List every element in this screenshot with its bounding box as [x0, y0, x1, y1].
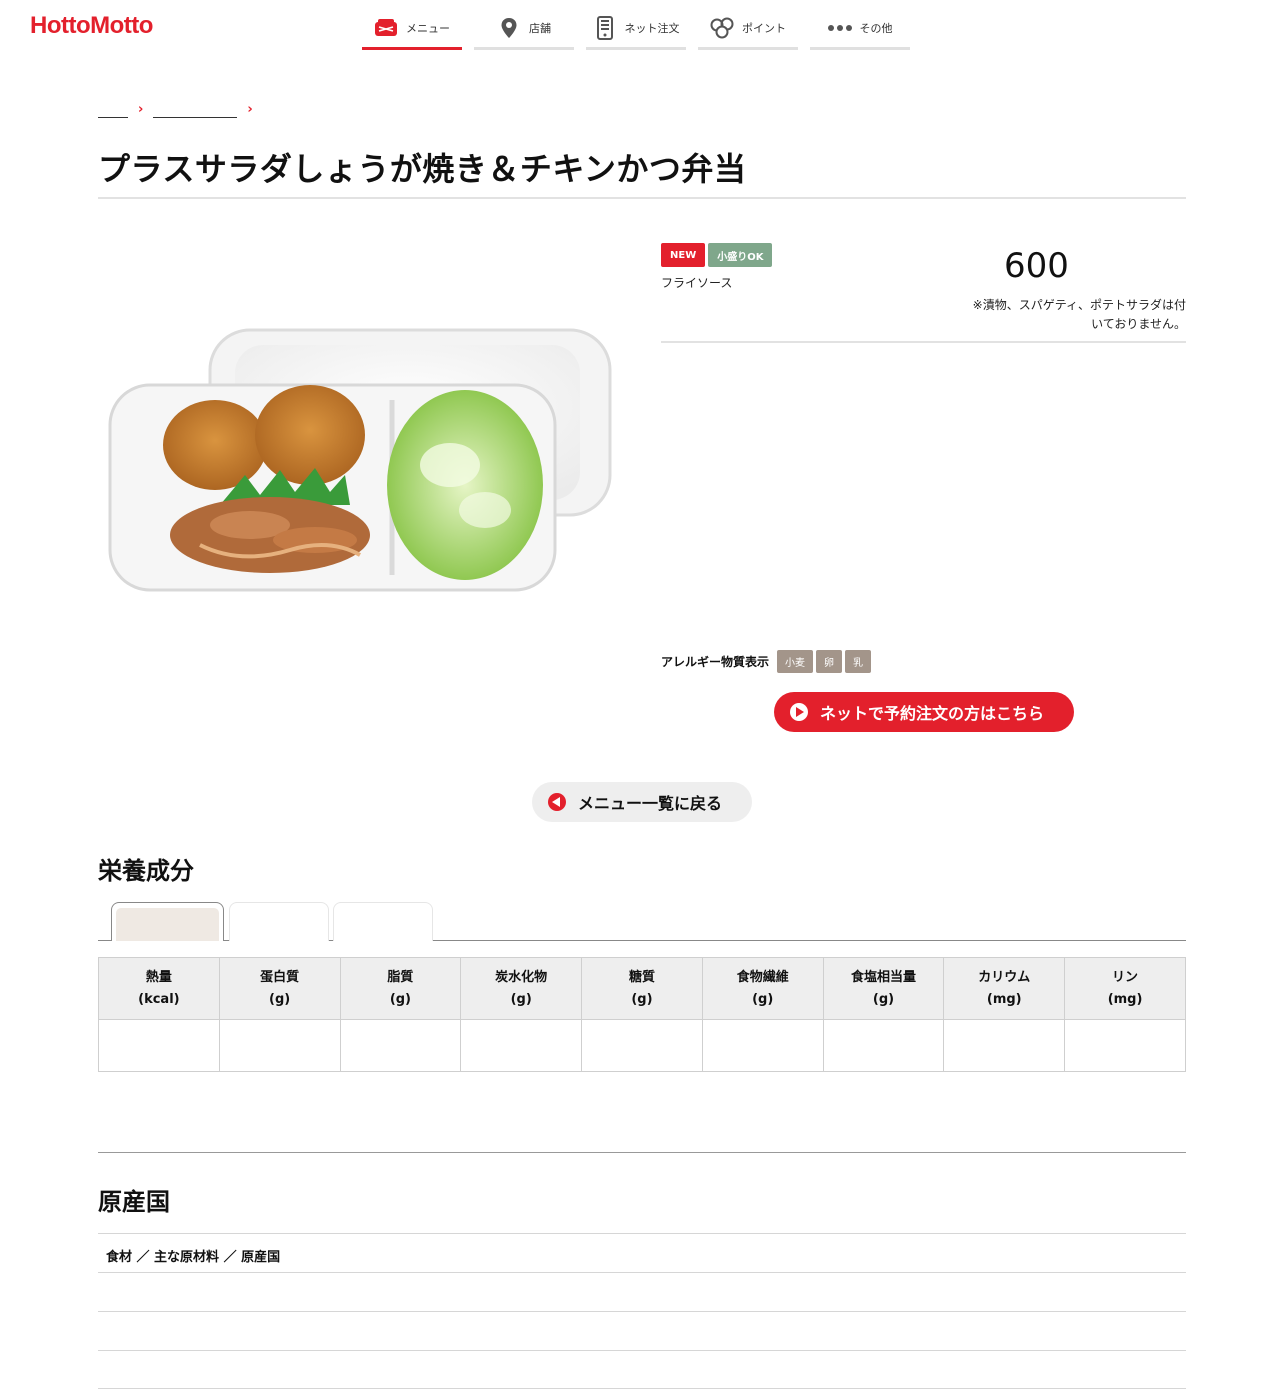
col-unit: (g)	[631, 991, 653, 1007]
table-header-row: 熱量 (kcal) 蛋白質 (g) 脂質 (g) 炭水化物 (g) 糖質 (g) 食物繊維…	[98, 957, 1186, 1020]
col-unit: (mg)	[986, 991, 1022, 1007]
bento-icon	[374, 16, 398, 40]
table-cell	[98, 1019, 220, 1072]
nutrition-tab[interactable]	[229, 902, 329, 941]
table-cell	[822, 1019, 945, 1072]
breadcrumb-separator: ›	[247, 101, 253, 117]
table-row	[98, 1019, 1186, 1072]
col-header: 蛋白質 (g)	[218, 957, 341, 1020]
nutrition-table: 熱量 (kcal) 蛋白質 (g) 脂質 (g) 炭水化物 (g) 糖質 (g) 食物繊維…	[98, 957, 1186, 1072]
col-name: 糖質	[628, 969, 655, 985]
breadcrumb-link-home[interactable]	[98, 100, 128, 118]
nav-point[interactable]: ポイント	[698, 8, 798, 50]
col-unit: (kcal)	[138, 991, 180, 1007]
allergen-badge: 卵	[816, 650, 843, 673]
list-item	[98, 1311, 1186, 1350]
nutrition-tabs	[98, 902, 1186, 941]
table-cell	[218, 1019, 341, 1072]
page-title: プラスサラダしょうが焼き＆チキンかつ弁当	[98, 150, 747, 188]
map-pin-icon	[497, 16, 521, 40]
nutrition-title: 栄養成分	[98, 857, 194, 885]
nav-menu[interactable]: メニュー	[362, 8, 462, 50]
col-unit: (g)	[269, 991, 291, 1007]
nav-point-label: ポイント	[742, 21, 786, 35]
col-unit: (mg)	[1107, 991, 1143, 1007]
col-unit: (g)	[389, 991, 412, 1007]
main-nav: メニュー 店舗 ネット注文 ポイント その他	[362, 8, 910, 50]
col-header: 糖質 (g)	[581, 957, 703, 1020]
table-cell	[943, 1019, 1066, 1072]
col-name: リン	[1112, 969, 1139, 985]
col-header: 脂質 (g)	[339, 957, 462, 1020]
badge-new: NEW	[661, 243, 706, 267]
origin-header: 食材 ／ 主な原材料 ／ 原産国	[106, 1250, 281, 1265]
phone-icon	[593, 15, 617, 40]
divider	[98, 1152, 1186, 1153]
col-name: 熱量	[145, 969, 172, 985]
back-arrow-icon	[548, 793, 566, 811]
sauce-label: フライソース	[661, 276, 733, 290]
table-cell	[581, 1019, 703, 1072]
col-header: リン (mg)	[1064, 957, 1186, 1020]
nutrition-tab[interactable]	[333, 902, 433, 941]
nav-menu-label: メニュー	[406, 21, 450, 35]
col-header: 熱量 (kcal)	[98, 957, 220, 1020]
col-name: 蛋白質	[260, 969, 300, 985]
origin-header-row: 食材 ／ 主な原材料 ／ 原産国	[98, 1233, 1186, 1272]
more-dots-icon	[827, 16, 852, 40]
table-cell	[460, 1019, 583, 1072]
site-header: HottoMotto メニュー 店舗 ネット注文 ポイント その他	[0, 0, 1284, 60]
price: 600	[1004, 246, 1069, 286]
col-header: 炭水化物 (g)	[460, 957, 583, 1020]
divider	[661, 341, 1186, 343]
breadcrumb: › ›	[98, 100, 253, 118]
col-header: 食物繊維 (g)	[701, 957, 824, 1020]
table-cell	[701, 1019, 824, 1072]
allergen-badge: 乳	[845, 650, 872, 673]
product-image	[100, 310, 620, 610]
col-name: カリウム	[978, 969, 1031, 985]
badge-small-portion: 小盛りOK	[708, 243, 773, 267]
table-cell	[339, 1019, 462, 1072]
col-name: 脂質	[387, 969, 414, 985]
origin-title: 原産国	[98, 1188, 170, 1216]
allergen-badge: 小麦	[777, 650, 814, 673]
nav-other[interactable]: その他	[810, 8, 910, 50]
nav-other-label: その他	[859, 21, 893, 35]
table-cell	[1064, 1019, 1186, 1072]
coins-icon	[710, 16, 734, 40]
back-button-label: メニュー一覧に戻る	[578, 794, 723, 813]
list-item	[98, 1350, 1186, 1389]
allergy-info: アレルギー物質表示 小麦 卵 乳	[661, 650, 872, 673]
breadcrumb-separator: ›	[138, 101, 144, 117]
breadcrumb-link-menu[interactable]	[153, 100, 238, 118]
price-note: ※漬物、スパゲティ、ポテトサラダは付いておりません。	[972, 298, 1186, 331]
nav-net-order-label: ネット注文	[624, 21, 680, 35]
net-order-button-label: ネットで予約注文の方はこちら	[820, 704, 1045, 723]
list-item	[98, 1272, 1186, 1311]
col-header: 食塩相当量 (g)	[822, 957, 945, 1020]
net-order-button[interactable]: ネットで予約注文の方はこちら	[774, 692, 1074, 732]
divider	[98, 197, 1186, 199]
play-icon	[790, 703, 808, 721]
nutrition-tab[interactable]	[111, 902, 224, 941]
nav-store[interactable]: 店舗	[474, 8, 574, 50]
col-name: 炭水化物	[495, 969, 548, 985]
product-badges: NEW 小盛りOK	[661, 243, 773, 267]
nav-net-order[interactable]: ネット注文	[586, 8, 686, 50]
col-unit: (g)	[752, 991, 774, 1007]
tab-label	[116, 908, 219, 941]
hottomotto-logo[interactable]: HottoMotto	[30, 12, 153, 40]
col-name: 食物繊維	[736, 969, 789, 985]
col-unit: (g)	[872, 991, 895, 1007]
nav-store-label: 店舗	[529, 21, 551, 35]
back-to-menu-button[interactable]: メニュー一覧に戻る	[532, 782, 752, 822]
col-name: 食塩相当量	[850, 969, 916, 985]
allergy-label: アレルギー物質表示	[661, 655, 770, 669]
col-unit: (g)	[510, 991, 532, 1007]
col-header: カリウム (mg)	[943, 957, 1066, 1020]
